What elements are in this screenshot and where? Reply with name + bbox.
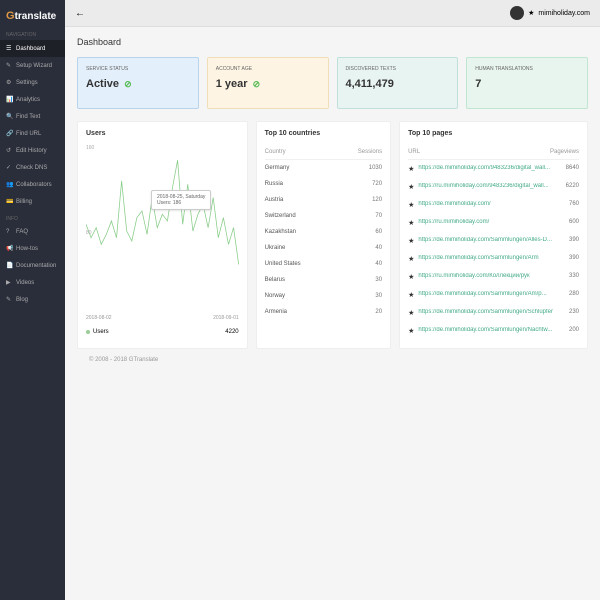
nav-icon: ☰ bbox=[6, 45, 12, 52]
table-row: Russia720 bbox=[265, 176, 382, 192]
sidebar-item-how-tos[interactable]: 📢How-tos bbox=[0, 240, 65, 257]
nav-icon: ✓ bbox=[6, 164, 12, 171]
table-row: Austria120 bbox=[265, 192, 382, 208]
nav-section-info: INFO bbox=[0, 210, 65, 224]
table-row: Germany1030 bbox=[265, 160, 382, 176]
table-row: Kazakhstan60 bbox=[265, 224, 382, 240]
page-link[interactable]: https://de.mimiholiday.com/Sammlungen/Na… bbox=[418, 327, 553, 335]
sidebar-item-billing[interactable]: 💳Billing bbox=[0, 193, 65, 210]
table-row: Belarus30 bbox=[265, 272, 382, 288]
stat-card: DISCOVERED TEXTS4,411,479 bbox=[337, 57, 459, 109]
sidebar-item-collaborators[interactable]: 👥Collaborators bbox=[0, 176, 65, 193]
users-chart: 160 2018-08-25, Saturday Users: 186 80 2… bbox=[86, 145, 239, 325]
logo: Gtranslate bbox=[0, 6, 65, 26]
table-row: ★ https://de.mimiholiday.com/Sammlungen/N… bbox=[408, 322, 579, 340]
table-row: ★ https://de.mimiholiday.com/Sammlungen/S… bbox=[408, 304, 579, 322]
star-icon[interactable]: ★ bbox=[408, 165, 414, 173]
nav-icon: 📊 bbox=[6, 96, 12, 103]
nav-icon: ⚙ bbox=[6, 79, 12, 86]
table-row: Switzerland70 bbox=[265, 208, 382, 224]
sidebar-item-blog[interactable]: ✎Blog bbox=[0, 291, 65, 308]
footer: © 2008 - 2018 GTranslate bbox=[77, 349, 588, 371]
table-row: ★ https://ru.mimiholiday.com/Коллекции/ру… bbox=[408, 268, 579, 286]
nav-icon: 🔍 bbox=[6, 113, 12, 120]
star-icon[interactable]: ★ bbox=[408, 309, 414, 317]
countries-panel: Top 10 countries CountrySessions Germany… bbox=[256, 121, 391, 349]
sidebar-item-setup-wizard[interactable]: ✎Setup Wizard bbox=[0, 57, 65, 74]
star-icon[interactable]: ★ bbox=[408, 273, 414, 281]
chart-date-start: 2018-08-02 bbox=[86, 315, 112, 321]
nav-icon: 📢 bbox=[6, 245, 12, 252]
nav-icon: ↺ bbox=[6, 147, 12, 154]
table-row: ★ https://de.mimiholiday.com/Sammlungen/A… bbox=[408, 250, 579, 268]
topbar: ← ★mimiholiday.com bbox=[65, 0, 600, 27]
page-link[interactable]: https://ru.mimiholiday.com/9483236/digit… bbox=[418, 183, 553, 191]
star-icon[interactable]: ★ bbox=[408, 201, 414, 209]
site-name: mimiholiday.com bbox=[538, 10, 590, 17]
users-panel-title: Users bbox=[86, 130, 239, 137]
page-title: Dashboard bbox=[77, 37, 588, 47]
page-link[interactable]: https://de.mimiholiday.com/ bbox=[418, 201, 553, 209]
sidebar: Gtranslate NAVIGATION ☰Dashboard✎Setup W… bbox=[0, 0, 65, 600]
table-row: ★https://de.mimiholiday.com/760 bbox=[408, 196, 579, 214]
page-link[interactable]: https://de.mimiholiday.com/Sammlungen/Al… bbox=[418, 237, 553, 245]
star-icon[interactable]: ★ bbox=[408, 219, 414, 227]
menu-toggle-icon[interactable]: ← bbox=[75, 8, 85, 19]
star-icon[interactable]: ★ bbox=[408, 255, 414, 263]
table-row: ★ https://de.mimiholiday.com/Sammlungen/A… bbox=[408, 286, 579, 304]
sidebar-item-analytics[interactable]: 📊Analytics bbox=[0, 91, 65, 108]
nav-section-navigation: NAVIGATION bbox=[0, 26, 65, 40]
sidebar-item-videos[interactable]: ▶Videos bbox=[0, 274, 65, 291]
table-row: Armenia20 bbox=[265, 304, 382, 320]
sidebar-item-edit-history[interactable]: ↺Edit History bbox=[0, 142, 65, 159]
page-link[interactable]: https://de.mimiholiday.com/Sammlungen/Ar… bbox=[418, 255, 553, 263]
page-link[interactable]: https://de.mimiholiday.com/Sammlungen/Am… bbox=[418, 291, 553, 299]
sidebar-item-documentation[interactable]: 📄Documentation bbox=[0, 257, 65, 274]
table-row: ★ https://de.mimiholiday.com/9483236/digi… bbox=[408, 160, 579, 178]
avatar bbox=[510, 6, 524, 20]
page-link[interactable]: https://de.mimiholiday.com/Sammlungen/Sc… bbox=[418, 309, 553, 317]
star-icon[interactable]: ★ bbox=[408, 291, 414, 299]
nav-icon: ▶ bbox=[6, 279, 12, 286]
table-row: United States40 bbox=[265, 256, 382, 272]
sidebar-item-settings[interactable]: ⚙Settings bbox=[0, 74, 65, 91]
star-icon[interactable]: ★ bbox=[408, 327, 414, 335]
table-row: Norway30 bbox=[265, 288, 382, 304]
sidebar-item-find-text[interactable]: 🔍Find Text bbox=[0, 108, 65, 125]
sidebar-item-dashboard[interactable]: ☰Dashboard bbox=[0, 40, 65, 57]
stat-card: HUMAN TRANSLATIONS7 bbox=[466, 57, 588, 109]
nav-icon: ✎ bbox=[6, 62, 12, 69]
line-chart bbox=[86, 151, 239, 311]
stat-card: SERVICE STATUSActive ⊘ bbox=[77, 57, 199, 109]
nav-icon: ? bbox=[6, 229, 12, 235]
sidebar-item-find-url[interactable]: 🔗Find URL bbox=[0, 125, 65, 142]
star-icon[interactable]: ★ bbox=[408, 183, 414, 191]
table-row: Ukraine40 bbox=[265, 240, 382, 256]
nav-icon: 👥 bbox=[6, 181, 12, 188]
sidebar-item-check-dns[interactable]: ✓Check DNS bbox=[0, 159, 65, 176]
user-menu[interactable]: ★mimiholiday.com bbox=[510, 6, 590, 20]
page-link[interactable]: https://de.mimiholiday.com/9483236/digit… bbox=[418, 165, 553, 173]
chart-tooltip: 2018-08-25, Saturday Users: 186 bbox=[151, 190, 211, 210]
table-row: ★ https://ru.mimiholiday.com/9483236/digi… bbox=[408, 178, 579, 196]
pages-panel: Top 10 pages URLPageviews ★https://de.mi… bbox=[399, 121, 588, 349]
page-link[interactable]: https://ru.mimiholiday.com/Коллекции/рук bbox=[418, 273, 553, 281]
table-row: ★https://ru.mimiholiday.com/600 bbox=[408, 214, 579, 232]
page-link[interactable]: https://ru.mimiholiday.com/ bbox=[418, 219, 553, 227]
nav-icon: ✎ bbox=[6, 296, 12, 303]
nav-icon: 🔗 bbox=[6, 130, 12, 137]
nav-icon: 📄 bbox=[6, 262, 12, 269]
table-row: ★ https://de.mimiholiday.com/Sammlungen/A… bbox=[408, 232, 579, 250]
chart-date-end: 2018-09-01 bbox=[213, 315, 239, 321]
users-total: 4220 bbox=[225, 329, 238, 335]
nav-icon: 💳 bbox=[6, 198, 12, 205]
stat-card: ACCOUNT AGE1 year ⊘ bbox=[207, 57, 329, 109]
users-panel: Users 160 2018-08-25, Saturday Users: 18… bbox=[77, 121, 248, 349]
star-icon[interactable]: ★ bbox=[408, 237, 414, 245]
legend-dot bbox=[86, 330, 90, 334]
sidebar-item-faq[interactable]: ?FAQ bbox=[0, 224, 65, 240]
